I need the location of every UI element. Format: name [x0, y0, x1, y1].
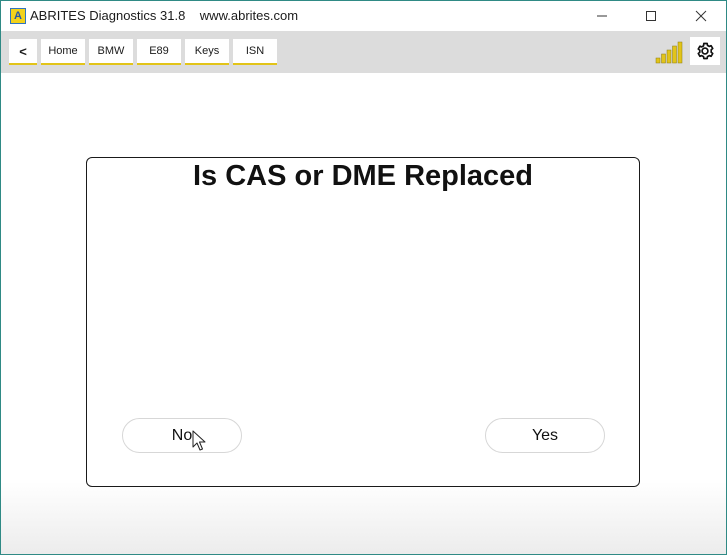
breadcrumb-isn[interactable]: ISN [233, 39, 277, 65]
title-bar: A ABRITES Diagnostics 31.8 www.abrites.c… [1, 1, 726, 31]
maximize-icon [646, 11, 656, 21]
close-icon [695, 10, 707, 22]
yes-button[interactable]: Yes [485, 418, 605, 453]
maximize-button[interactable] [628, 1, 674, 31]
no-button[interactable]: No [122, 418, 242, 453]
breadcrumb-e89[interactable]: E89 [137, 39, 181, 65]
navigation-toolbar: < Home BMW E89 Keys ISN [1, 31, 726, 73]
breadcrumb-keys[interactable]: Keys [185, 39, 229, 65]
signal-bars-icon [655, 41, 683, 64]
minimize-icon [597, 15, 607, 17]
window-title: ABRITES Diagnostics 31.8 www.abrites.com [30, 8, 299, 23]
minimize-button[interactable] [579, 1, 625, 31]
mouse-cursor-icon [192, 430, 206, 451]
abrites-logo-icon: A [10, 8, 26, 24]
breadcrumb-bmw[interactable]: BMW [89, 39, 133, 65]
back-button[interactable]: < [9, 39, 37, 65]
gear-icon [697, 42, 714, 60]
chevron-left-icon: < [19, 43, 27, 59]
settings-button[interactable] [690, 37, 720, 65]
confirm-dialog: Is CAS or DME Replaced No Yes [86, 157, 640, 487]
close-button[interactable] [678, 1, 724, 31]
breadcrumb-home[interactable]: Home [41, 39, 85, 65]
dialog-title: Is CAS or DME Replaced [192, 160, 534, 192]
